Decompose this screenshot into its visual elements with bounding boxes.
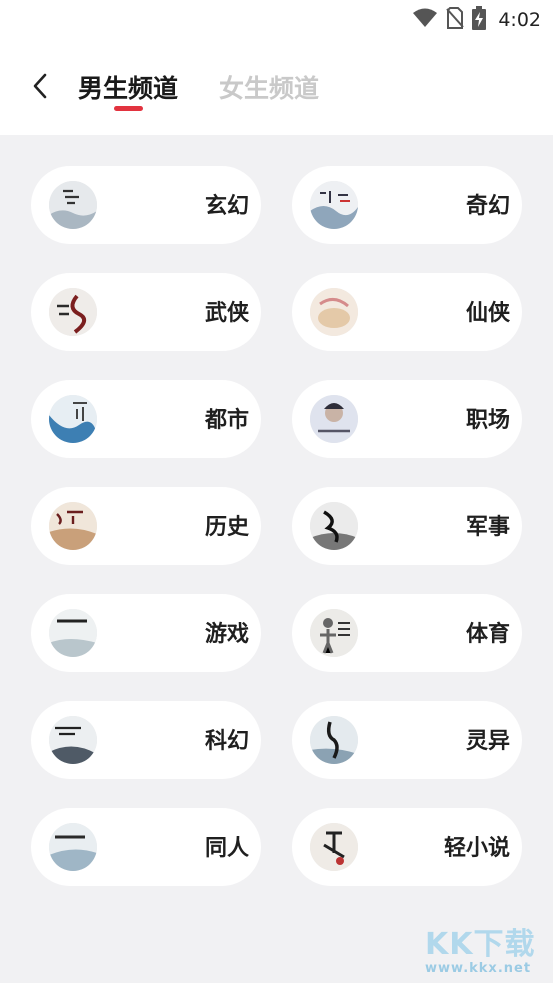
category-card-youxi[interactable]: 游戏 <box>31 594 261 672</box>
book-cover-thumbnail <box>310 395 358 443</box>
category-label: 体育 <box>465 622 510 647</box>
book-cover-thumbnail <box>49 288 97 336</box>
book-cover-thumbnail <box>49 823 97 871</box>
no-sim-icon <box>446 7 465 33</box>
category-label: 灵异 <box>465 729 510 754</box>
category-grid: 玄幻 奇幻 武侠 仙侠 都市 职场 历史 军事 游戏 体育 科幻 灵异 同人 轻… <box>31 166 522 886</box>
book-cover-thumbnail <box>310 823 358 871</box>
watermark-logo: KK下载 www.kkx.net <box>425 919 545 979</box>
book-cover-thumbnail <box>49 395 97 443</box>
category-label: 军事 <box>465 515 510 540</box>
category-label: 都市 <box>204 408 249 433</box>
tab-female-channel[interactable]: 女生频道 <box>219 69 319 105</box>
wifi-icon <box>412 8 438 32</box>
book-cover-thumbnail <box>310 181 358 229</box>
category-label: 奇幻 <box>465 194 510 219</box>
book-cover-thumbnail <box>310 288 358 336</box>
active-tab-indicator <box>114 106 143 111</box>
category-label: 历史 <box>204 515 249 540</box>
chevron-left-icon <box>33 73 47 99</box>
category-card-dushi[interactable]: 都市 <box>31 380 261 458</box>
status-time: 4:02 <box>498 9 541 31</box>
category-card-lingyi[interactable]: 灵异 <box>292 701 522 779</box>
book-cover-thumbnail <box>310 502 358 550</box>
category-label: 同人 <box>204 836 249 861</box>
book-cover-thumbnail <box>49 502 97 550</box>
category-label: 轻小说 <box>443 836 510 861</box>
category-card-junshi[interactable]: 军事 <box>292 487 522 565</box>
book-cover-thumbnail <box>310 609 358 657</box>
category-card-xuanhuan[interactable]: 玄幻 <box>31 166 261 244</box>
back-button[interactable] <box>24 70 56 102</box>
category-card-tongren[interactable]: 同人 <box>31 808 261 886</box>
category-label: 职场 <box>465 408 510 433</box>
category-card-qihuan[interactable]: 奇幻 <box>292 166 522 244</box>
category-label: 游戏 <box>204 622 249 647</box>
category-card-kehuan[interactable]: 科幻 <box>31 701 261 779</box>
book-cover-thumbnail <box>49 716 97 764</box>
category-label: 玄幻 <box>204 194 249 219</box>
status-bar: 4:02 <box>0 0 553 40</box>
book-cover-thumbnail <box>49 181 97 229</box>
battery-charging-icon <box>472 6 487 34</box>
category-card-lishi[interactable]: 历史 <box>31 487 261 565</box>
header: 男生频道 女生频道 <box>0 40 553 135</box>
category-card-tiyu[interactable]: 体育 <box>292 594 522 672</box>
category-card-zhichang[interactable]: 职场 <box>292 380 522 458</box>
book-cover-thumbnail <box>310 716 358 764</box>
category-label: 仙侠 <box>465 301 510 326</box>
watermark-brand: KK下载 <box>425 927 536 962</box>
status-icons: 4:02 <box>412 6 541 34</box>
category-label: 科幻 <box>204 729 249 754</box>
category-card-qingxiaoshuo[interactable]: 轻小说 <box>292 808 522 886</box>
tab-male-channel[interactable]: 男生频道 <box>78 69 178 105</box>
category-label: 武侠 <box>204 301 249 326</box>
category-card-wuxia[interactable]: 武侠 <box>31 273 261 351</box>
book-cover-thumbnail <box>49 609 97 657</box>
category-card-xianxia[interactable]: 仙侠 <box>292 273 522 351</box>
watermark-url: www.kkx.net <box>425 961 532 976</box>
